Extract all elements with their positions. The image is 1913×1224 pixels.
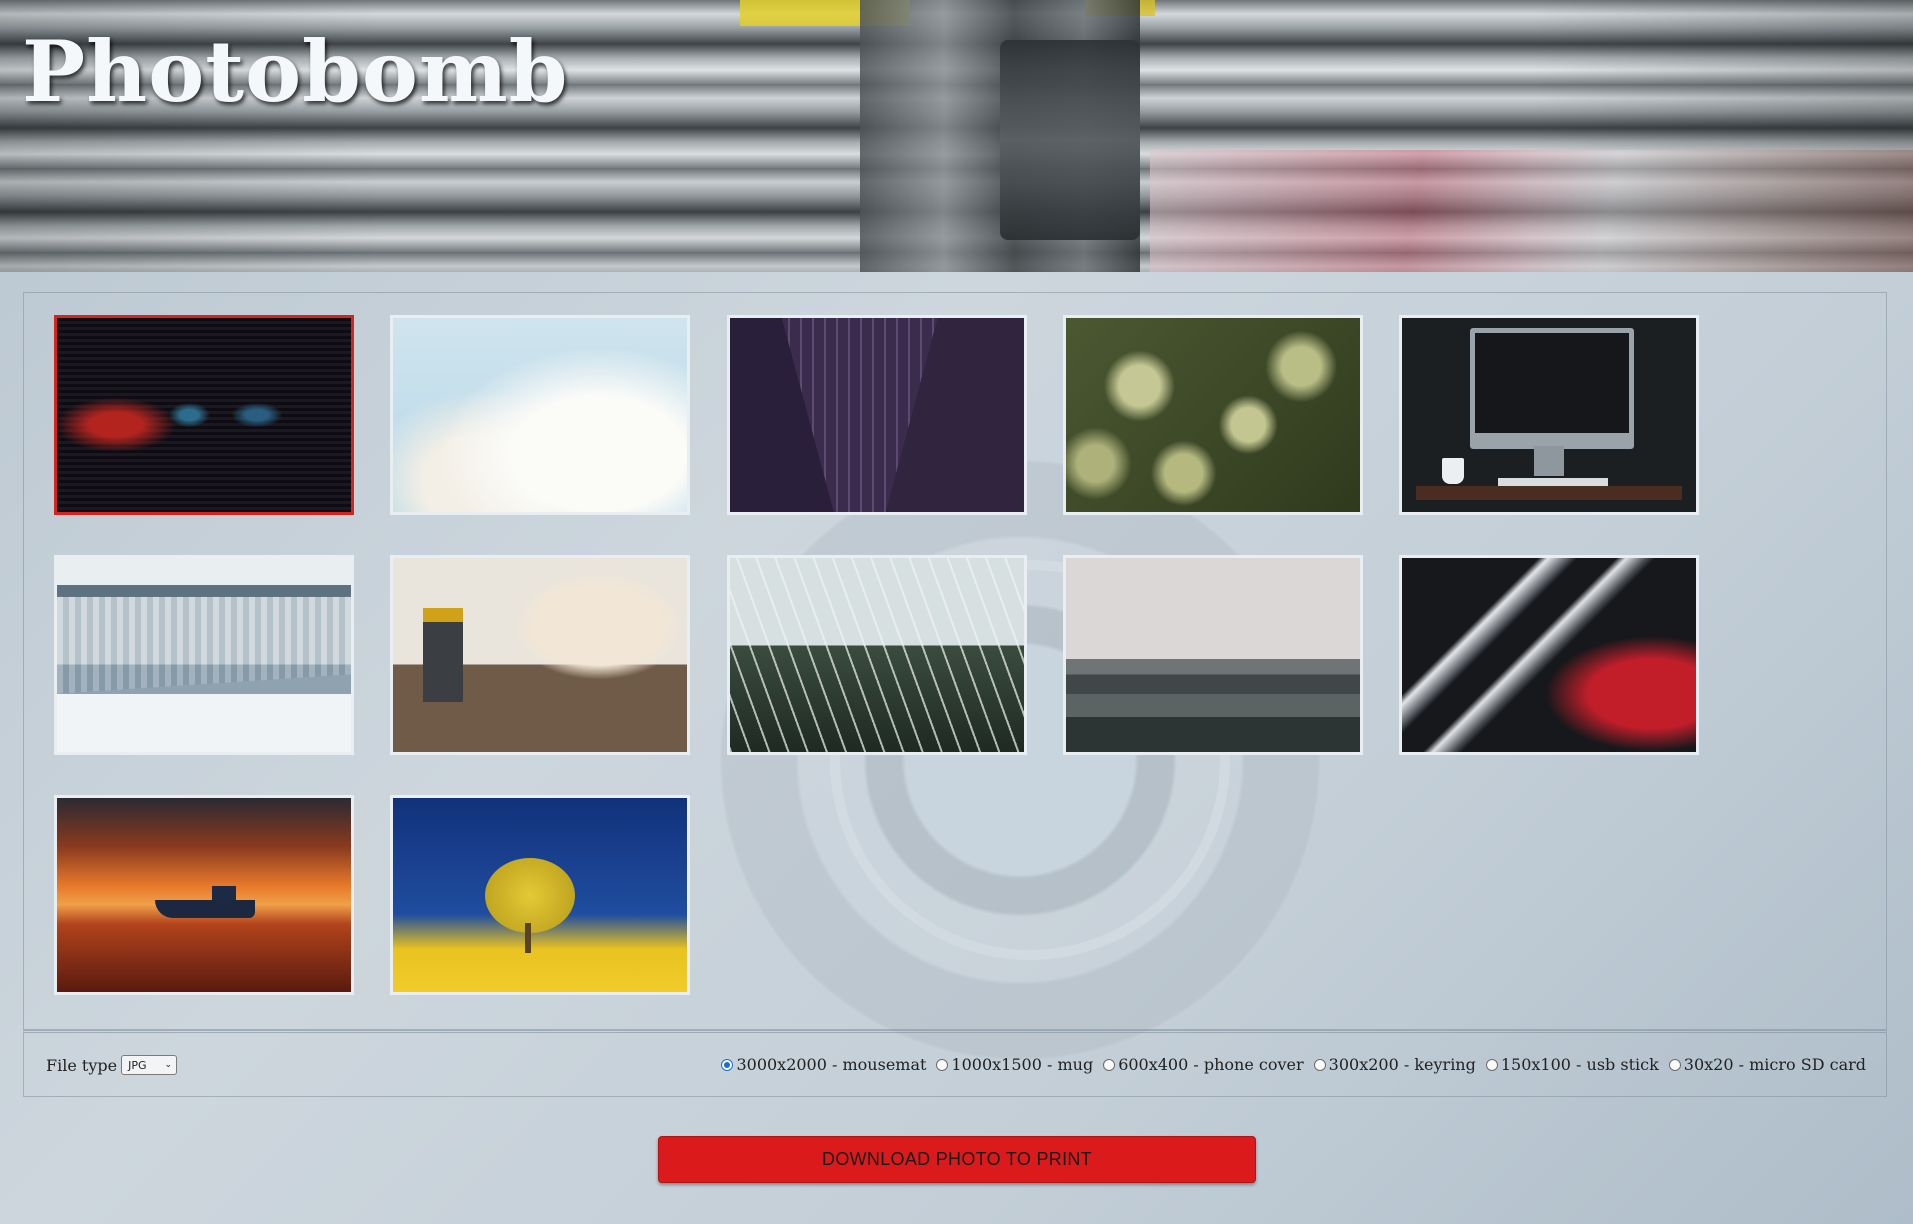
photo-thumbnail-11[interactable] [54,795,354,995]
photo-thumbnail-1[interactable] [54,315,354,515]
size-option-micro-sd[interactable]: 30x20 - micro SD card [1668,1055,1866,1074]
size-option-usb-stick[interactable]: 150x100 - usb stick [1485,1055,1659,1074]
photo-thumbnail-3[interactable] [727,315,1027,515]
size-radio-keyring[interactable] [1313,1058,1326,1071]
photo-thumbnail-9[interactable] [1063,555,1363,755]
size-radio-phone-cover[interactable] [1103,1058,1116,1071]
photo-thumbnail-6[interactable] [54,555,354,755]
size-option-mug[interactable]: 1000x1500 - mug [936,1055,1093,1074]
photo-thumbnail-10[interactable] [1399,555,1699,755]
size-option-mousemat[interactable]: 3000x2000 - mousemat [721,1055,926,1074]
keyboard [1498,478,1608,486]
print-size-options: 3000x2000 - mousemat 1000x1500 - mug 600… [711,1055,1866,1074]
size-label-mousemat: 3000x2000 - mousemat [736,1055,927,1074]
size-option-phone-cover[interactable]: 600x400 - phone cover [1103,1055,1304,1074]
download-photo-button[interactable]: DOWNLOAD PHOTO TO PRINT [658,1136,1256,1183]
photo-thumbnail-2[interactable] [390,315,690,515]
size-label-mug: 1000x1500 - mug [951,1055,1094,1074]
photo-gallery [23,292,1887,1030]
header-banner: Photobomb [0,0,1913,272]
print-options-bar: File type JPG ⌄ 3000x2000 - mousemat 100… [23,1030,1887,1097]
size-radio-micro-sd[interactable] [1668,1058,1681,1071]
size-radio-usb-stick[interactable] [1485,1058,1498,1071]
photo-thumbnail-8[interactable] [727,555,1027,755]
desk [1416,486,1682,500]
file-type-label: File type [46,1055,118,1075]
size-label-micro-sd: 30x20 - micro SD card [1683,1055,1866,1074]
size-radio-mousemat[interactable] [721,1058,734,1071]
computer-screen [1470,328,1634,449]
photo-thumbnail-7[interactable] [390,555,690,755]
photo-thumbnail-5[interactable] [1399,315,1699,515]
size-label-phone-cover: 600x400 - phone cover [1118,1055,1304,1074]
cup [1442,458,1464,484]
computer-stand [1534,446,1564,476]
photo-thumbnail-4[interactable] [1063,315,1363,515]
size-label-keyring: 300x200 - keyring [1328,1055,1476,1074]
file-type-control: File type JPG ⌄ [46,1055,178,1075]
size-label-usb-stick: 150x100 - usb stick [1500,1055,1659,1074]
chevron-down-icon: ⌄ [164,1060,173,1070]
photo-thumbnail-12[interactable] [390,795,690,995]
file-type-selected-value: JPG [128,1058,147,1072]
file-type-select[interactable]: JPG ⌄ [121,1055,178,1075]
site-title: Photobomb [22,22,569,121]
size-radio-mug[interactable] [936,1058,949,1071]
size-option-keyring[interactable]: 300x200 - keyring [1313,1055,1476,1074]
